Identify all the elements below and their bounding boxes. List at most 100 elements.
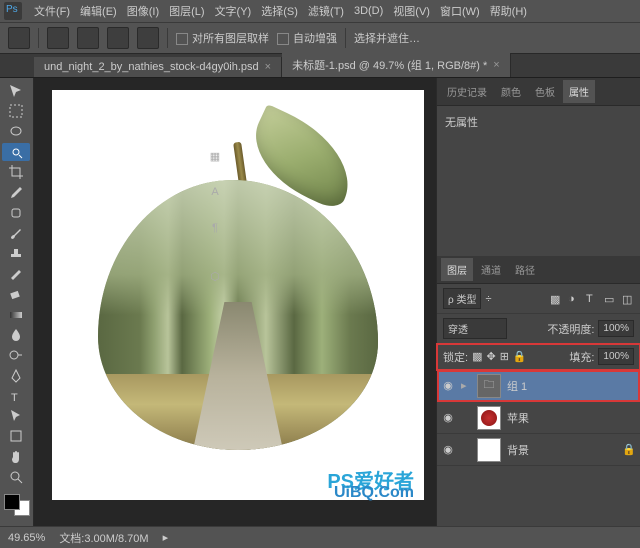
close-icon[interactable]: ×: [493, 59, 499, 71]
lock-artboard-icon[interactable]: ⊞: [500, 350, 509, 363]
path-select-tool[interactable]: [2, 407, 30, 425]
right-panels: 历史记录 颜色 色板 属性 无属性 图层 通道 路径 ρ 类型 ÷ ▩ ◑ T …: [436, 78, 640, 526]
folder-icon: 🗀: [477, 374, 501, 398]
menu-3d[interactable]: 3D(D): [350, 3, 387, 19]
type-tool[interactable]: T: [2, 387, 30, 405]
filter-type-icon[interactable]: T: [586, 293, 598, 305]
visibility-icon[interactable]: ◉: [441, 411, 455, 425]
menu-view[interactable]: 视图(V): [389, 1, 434, 21]
dodge-tool[interactable]: [2, 346, 30, 364]
zoom-level[interactable]: 49.65%: [8, 532, 45, 544]
lock-all-icon[interactable]: 🔒: [513, 350, 527, 363]
quick-select-tool[interactable]: [2, 143, 30, 161]
menu-file[interactable]: 文件(F): [30, 1, 74, 21]
menu-edit[interactable]: 编辑(E): [76, 1, 121, 21]
swatches-icon[interactable]: ▦: [206, 150, 224, 168]
lock-position-icon[interactable]: ✥: [486, 350, 495, 363]
layer-name[interactable]: 背景: [507, 442, 529, 458]
shape-tool[interactable]: [2, 427, 30, 445]
brush-tool[interactable]: [2, 224, 30, 242]
filter-adjust-icon[interactable]: ◑: [568, 293, 580, 305]
blur-tool[interactable]: [2, 326, 30, 344]
eyedropper-tool[interactable]: [2, 184, 30, 202]
chevron-icon[interactable]: ▸: [461, 379, 471, 392]
refine-edge-button[interactable]: 选择并遮住…: [354, 30, 420, 46]
collapsed-panel-icons: ▦ A ¶ ⬡: [202, 150, 228, 288]
fill-input[interactable]: 100%: [598, 348, 634, 365]
auto-enhance-checkbox[interactable]: 自动增强: [277, 30, 337, 46]
menu-window[interactable]: 窗口(W): [436, 1, 484, 21]
3d-icon[interactable]: ⬡: [206, 270, 224, 288]
document-size[interactable]: 文档:3.00M/8.70M: [59, 530, 148, 546]
move-tool[interactable]: [2, 82, 30, 100]
artwork-apple: [98, 160, 378, 450]
tab-label: und_night_2_by_nathies_stock-d4gy0ih.psd: [44, 61, 259, 73]
stamp-tool[interactable]: [2, 245, 30, 263]
new-selection-button[interactable]: [47, 27, 69, 49]
menu-layer[interactable]: 图层(L): [165, 1, 208, 21]
paragraph-icon[interactable]: ¶: [206, 222, 224, 240]
layer-group[interactable]: ◉ ▸ 🗀 组 1: [437, 370, 640, 402]
document-tabs: und_night_2_by_nathies_stock-d4gy0ih.psd…: [0, 54, 640, 78]
fill-label: 填充:: [569, 349, 594, 365]
menu-image[interactable]: 图像(I): [123, 1, 163, 21]
filter-pixel-icon[interactable]: ▩: [550, 293, 562, 305]
lasso-tool[interactable]: [2, 123, 30, 141]
document-tab[interactable]: und_night_2_by_nathies_stock-d4gy0ih.psd…: [34, 57, 282, 77]
layer-apple[interactable]: ◉ 苹果: [437, 402, 640, 434]
subtract-selection-button[interactable]: [107, 27, 129, 49]
tab-swatches[interactable]: 色板: [529, 80, 561, 103]
eraser-tool[interactable]: [2, 285, 30, 303]
layer-name[interactable]: 组 1: [507, 378, 527, 394]
canvas-area[interactable]: PS爱好者 UiBQ.Com ▦ A ¶ ⬡: [34, 78, 436, 526]
menu-type[interactable]: 文字(Y): [211, 1, 256, 21]
close-icon[interactable]: ×: [265, 61, 271, 73]
visibility-icon[interactable]: ◉: [441, 379, 455, 393]
layer-name[interactable]: 苹果: [507, 410, 529, 426]
tab-channels[interactable]: 通道: [475, 258, 507, 281]
marquee-tool[interactable]: [2, 102, 30, 120]
lock-pixels-icon[interactable]: ▩: [472, 350, 482, 363]
filter-kind-dropdown[interactable]: ρ 类型: [443, 288, 481, 309]
blend-mode-dropdown[interactable]: 穿透: [443, 318, 507, 339]
gradient-tool[interactable]: [2, 305, 30, 323]
lock-icon: 🔒: [622, 443, 636, 456]
sample-all-checkbox[interactable]: 对所有图层取样: [176, 30, 269, 46]
top-panel-tabs: 历史记录 颜色 色板 属性: [437, 78, 640, 106]
chevron-icon[interactable]: ▸: [163, 531, 169, 544]
canvas[interactable]: PS爱好者 UiBQ.Com: [52, 90, 424, 500]
history-brush-tool[interactable]: [2, 265, 30, 283]
color-swatch[interactable]: [4, 494, 30, 516]
tools-panel: T: [0, 78, 34, 526]
tab-layers[interactable]: 图层: [441, 258, 473, 281]
main-area: T PS爱好者 UiBQ.Com: [0, 78, 640, 526]
layer-background[interactable]: ◉ 背景 🔒: [437, 434, 640, 466]
menu-filter[interactable]: 滤镜(T): [304, 1, 348, 21]
tab-paths[interactable]: 路径: [509, 258, 541, 281]
document-tab-active[interactable]: 未标题-1.psd @ 49.7% (组 1, RGB/8#) * ×: [282, 53, 511, 77]
add-selection-button[interactable]: [77, 27, 99, 49]
app-logo: [4, 2, 22, 20]
brush-size-button[interactable]: [137, 27, 159, 49]
artwork-body: [98, 180, 378, 450]
filter-smart-icon[interactable]: ◫: [622, 293, 634, 305]
menu-help[interactable]: 帮助(H): [486, 1, 531, 21]
character-icon[interactable]: A: [206, 186, 224, 204]
filter-type-icons: ▩ ◑ T ▭ ◫: [550, 293, 634, 305]
foreground-color[interactable]: [4, 494, 20, 510]
tab-label: 未标题-1.psd @ 49.7% (组 1, RGB/8#) *: [292, 57, 487, 73]
zoom-tool[interactable]: [2, 468, 30, 486]
visibility-icon[interactable]: ◉: [441, 443, 455, 457]
opacity-input[interactable]: 100%: [598, 320, 634, 337]
tab-history[interactable]: 历史记录: [441, 80, 493, 103]
crop-tool[interactable]: [2, 163, 30, 181]
tab-color[interactable]: 颜色: [495, 80, 527, 103]
tab-properties[interactable]: 属性: [563, 80, 595, 103]
healing-tool[interactable]: [2, 204, 30, 222]
layer-filter-row: ρ 类型 ÷ ▩ ◑ T ▭ ◫: [437, 284, 640, 314]
pen-tool[interactable]: [2, 366, 30, 384]
menu-select[interactable]: 选择(S): [257, 1, 302, 21]
filter-shape-icon[interactable]: ▭: [604, 293, 616, 305]
tool-preset-button[interactable]: [8, 27, 30, 49]
hand-tool[interactable]: [2, 448, 30, 466]
